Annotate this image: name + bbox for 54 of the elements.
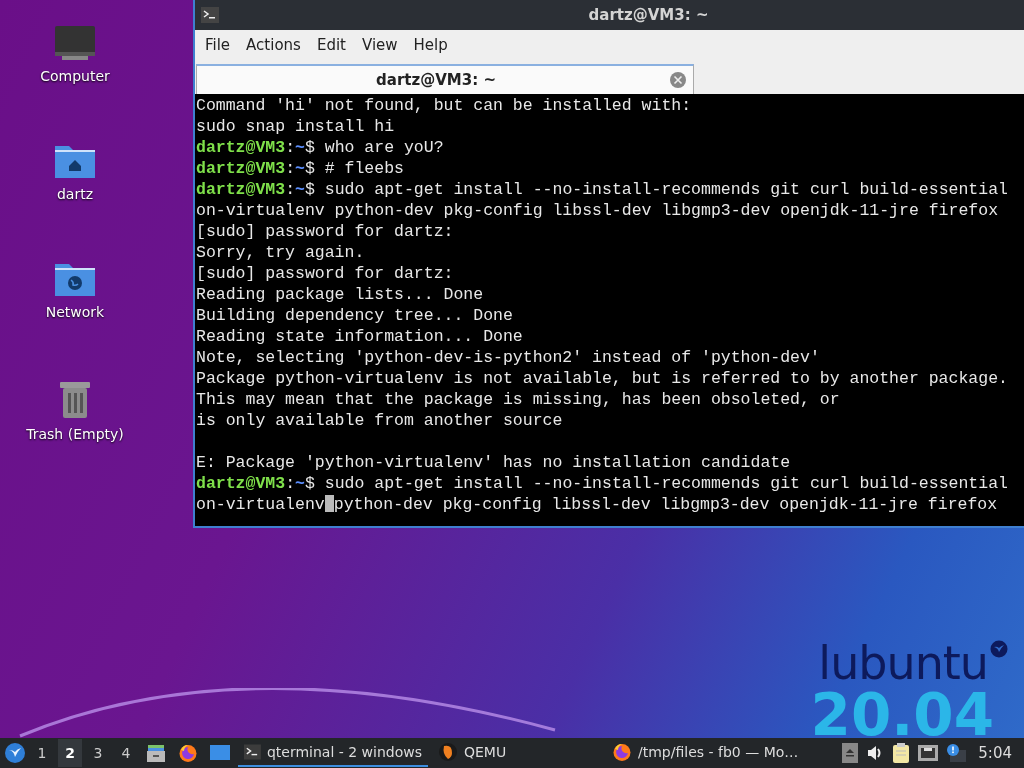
terminal-line: [sudo] password for dartz: (196, 221, 455, 242)
terminal-line: Building dependency tree... Done (196, 305, 514, 326)
desktop-icon-label[interactable]: Trash (Empty) (26, 426, 124, 442)
terminal-line: on-virtualenv python-dev pkg-config libssl-dev libgmp3-dev openjdk-11-jre firefox (196, 200, 1000, 221)
menu-item[interactable]: Help (405, 32, 456, 58)
terminal-tab[interactable]: dartz@VM3: ~ (196, 64, 694, 94)
menu-item[interactable]: View (353, 32, 406, 58)
terminal-line: dartz@VM3:~$ # fleebs (196, 158, 405, 179)
terminal-line: Reading state information... Done (196, 326, 524, 347)
workspace-button[interactable]: 1 (30, 739, 54, 767)
eject-icon[interactable] (842, 743, 859, 763)
desktop-icon-label[interactable]: Network (45, 304, 105, 320)
file-cabinet-icon[interactable] (146, 743, 166, 763)
terminal-icon (201, 7, 219, 23)
menu-item[interactable]: File (197, 32, 239, 58)
notification-icon[interactable] (946, 744, 967, 762)
qemu-icon (438, 742, 458, 762)
network-port-icon[interactable] (918, 745, 939, 761)
desktop-icon-label[interactable]: dartz (56, 186, 94, 202)
brand-wordmark: lubuntu (818, 640, 988, 686)
terminal-line: Command 'hi' not found, but can be installed with: (196, 95, 693, 116)
desktop-icon[interactable] (210, 744, 230, 762)
terminal-line: [sudo] password for dartz: (196, 263, 455, 284)
terminal-icon (244, 744, 261, 760)
terminal-line: Note, selecting 'python-dev-is-python2' instead of 'python-dev' (196, 347, 821, 368)
taskbar-task[interactable]: qterminal - 2 windows (238, 739, 428, 767)
terminal-line: dartz@VM3:~$ sudo apt-get install --no-install-recommends git curl build-essential (196, 179, 1009, 200)
terminal-line: Sorry, try again. (196, 242, 366, 263)
terminal-line: E: Package 'python-virtualenv' has no installation candidate (196, 452, 792, 473)
taskbar-task[interactable]: QEMU (432, 739, 522, 767)
window-title: dartz@VM3: ~ (587, 6, 710, 24)
version-number: 20.04 (810, 686, 994, 738)
workspace-button[interactable]: 4 (114, 739, 138, 767)
menu-item[interactable]: Edit (308, 32, 354, 58)
terminal-line: dartz@VM3:~$ who are yoU? (196, 137, 445, 158)
firefox-icon (612, 742, 632, 762)
desktop-icon-label[interactable]: Computer (40, 68, 110, 84)
clock[interactable]: 5:04 (978, 744, 1012, 762)
terminal-line: on-virtualenv python-dev pkg-config libssl-dev libgmp3-dev openjdk-11-jre firefox (196, 494, 999, 515)
firefox-icon[interactable] (178, 743, 198, 763)
menu-item[interactable]: Actions (238, 32, 309, 58)
terminal-line: is only available from another source (196, 410, 564, 431)
terminal-line: sudo snap install hi (196, 116, 396, 137)
workspace-button[interactable]: 3 (86, 739, 110, 767)
close-icon[interactable] (669, 71, 687, 89)
terminal-line: Reading package lists... Done (196, 284, 485, 305)
monitor-icon (54, 24, 96, 62)
terminal-line: dartz@VM3:~$ sudo apt-get install --no-install-recommends git curl build-essential (196, 473, 1009, 494)
start-menu-icon[interactable] (4, 742, 26, 764)
taskbar-task[interactable]: /tmp/files - fb0 — Mo… (606, 739, 821, 767)
workspace-button[interactable]: 2 (58, 739, 82, 767)
terminal-line: This may mean that the package is missing, has been obsoleted, or (196, 389, 841, 410)
clipboard-icon[interactable] (892, 742, 911, 764)
terminal-line: Package python-virtualenv is not available, but is referred to by another package. (196, 368, 1009, 389)
